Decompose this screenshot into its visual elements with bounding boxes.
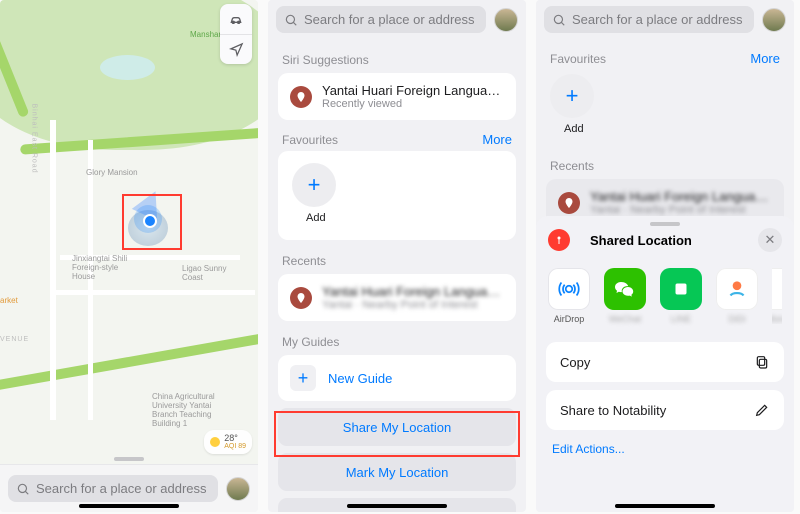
- app-icon: [716, 268, 758, 310]
- share-my-location-button[interactable]: Share My Location: [278, 408, 516, 446]
- close-button[interactable]: ✕: [758, 228, 782, 252]
- siri-suggestion-card[interactable]: Yantai Huari Foreign Language School (..…: [278, 73, 516, 120]
- profile-avatar[interactable]: [494, 8, 518, 32]
- current-location-dot[interactable]: [134, 205, 162, 233]
- line-icon: [660, 268, 702, 310]
- share-app-row: AirDrop WeChat LINE DiDi: [536, 262, 794, 334]
- add-favourite-label: Add: [306, 212, 326, 224]
- search-icon: [284, 13, 298, 27]
- profile-avatar[interactable]: [762, 8, 786, 32]
- search-icon: [552, 13, 566, 27]
- share-target-app[interactable]: More: [772, 268, 782, 324]
- search-field[interactable]: Search for a place or address: [544, 6, 754, 33]
- add-favourite-button[interactable]: +: [550, 74, 594, 118]
- copy-label: Copy: [560, 355, 590, 370]
- recent-subtitle: Yantai · Nearby Point of Interest: [590, 204, 772, 216]
- suggestion-subtitle: Recently viewed: [322, 98, 504, 110]
- share-target-app[interactable]: DiDi: [716, 268, 758, 324]
- new-guide-card[interactable]: + New Guide: [278, 355, 516, 401]
- sun-icon: [210, 437, 220, 447]
- section-favourites: Favourites: [282, 133, 338, 147]
- wechat-icon: [604, 268, 646, 310]
- share-sheet-title: Shared Location: [590, 233, 692, 248]
- home-indicator: [79, 504, 179, 508]
- marker-icon: [548, 229, 570, 251]
- copy-icon: [754, 354, 770, 370]
- map-poi-label: Ligao Sunny Coast: [182, 264, 232, 282]
- new-guide-label: New Guide: [328, 371, 392, 386]
- plus-icon: +: [290, 365, 316, 391]
- add-favourite-button[interactable]: +: [292, 163, 336, 207]
- section-guides: My Guides: [268, 321, 526, 355]
- app-label: DiDi: [729, 314, 746, 324]
- search-placeholder: Search for a place or address: [572, 12, 743, 27]
- weather-widget[interactable]: 28° AQI 89: [204, 430, 252, 454]
- search-placeholder: Search for a place or address: [304, 12, 475, 27]
- pin-icon: [558, 192, 580, 214]
- map-poi-label: arket: [0, 296, 18, 305]
- airdrop-label: AirDrop: [554, 314, 585, 324]
- recent-title: Yantai Huari Foreign Language School (..…: [590, 189, 772, 204]
- map-poi-label: China Agricultural University Yantai Bra…: [152, 392, 222, 428]
- drag-handle[interactable]: [650, 222, 680, 226]
- app-label: More: [772, 314, 782, 324]
- section-favourites: Favourites: [550, 52, 606, 66]
- map-poi-label: Jinxiangtai Shili Foreign-style House: [72, 254, 132, 281]
- edit-actions-link[interactable]: Edit Actions...: [536, 430, 794, 468]
- maps-share-sheet-view: Search for a place or address Favourites…: [536, 0, 794, 512]
- app-label: WeChat: [609, 314, 641, 324]
- home-indicator: [615, 504, 715, 508]
- locate-me-button[interactable]: [220, 34, 252, 64]
- drag-handle[interactable]: [114, 457, 144, 461]
- search-icon: [16, 482, 30, 496]
- favourites-more-link[interactable]: More: [750, 51, 780, 66]
- profile-avatar[interactable]: [226, 477, 250, 501]
- airdrop-icon: [548, 268, 590, 310]
- pencil-icon: [754, 402, 770, 418]
- share-target-app[interactable]: WeChat: [604, 268, 646, 324]
- notability-label: Share to Notability: [560, 403, 666, 418]
- map-road-label: VENUE: [0, 336, 29, 343]
- share-to-notability-action[interactable]: Share to Notability: [546, 390, 784, 430]
- mark-my-location-button[interactable]: Mark My Location: [278, 453, 516, 491]
- maps-main-view: Manshancui Glory Mansion Jinxiangtai Shi…: [0, 0, 258, 512]
- search-field[interactable]: Search for a place or address: [276, 6, 486, 33]
- maps-search-sheet: Search for a place or address Siri Sugge…: [268, 0, 526, 512]
- recent-subtitle: Yantai · Nearby Point of Interest: [322, 299, 504, 311]
- app-icon: [772, 268, 782, 310]
- favourites-more-link[interactable]: More: [482, 132, 512, 147]
- recent-title: Yantai Huari Foreign Language School (..…: [322, 284, 504, 299]
- section-siri: Siri Suggestions: [268, 39, 526, 73]
- share-target-app[interactable]: LINE: [660, 268, 702, 324]
- map-controls: [220, 4, 252, 64]
- search-field[interactable]: Search for a place or address: [8, 475, 218, 502]
- pin-icon: [290, 86, 312, 108]
- driving-mode-button[interactable]: [220, 4, 252, 34]
- map-poi-label: Glory Mansion: [86, 168, 138, 177]
- section-recents: Recents: [268, 240, 526, 274]
- share-target-airdrop[interactable]: AirDrop: [548, 268, 590, 324]
- map-road-label: Binhai East Road: [31, 104, 38, 174]
- pin-icon: [290, 287, 312, 309]
- copy-action[interactable]: Copy: [546, 342, 784, 382]
- add-favourite-label: Add: [564, 123, 584, 135]
- suggestion-title: Yantai Huari Foreign Language School (..…: [322, 83, 504, 98]
- share-sheet: Shared Location ✕ AirDrop WeChat LINE: [536, 216, 794, 512]
- search-placeholder: Search for a place or address: [36, 481, 207, 496]
- app-label: LINE: [671, 314, 691, 324]
- weather-temp: 28°: [224, 434, 246, 443]
- recents-card[interactable]: Yantai Huari Foreign Language School (..…: [278, 274, 516, 321]
- section-recents: Recents: [536, 145, 794, 179]
- home-indicator: [347, 504, 447, 508]
- weather-aqi: AQI 89: [224, 443, 246, 450]
